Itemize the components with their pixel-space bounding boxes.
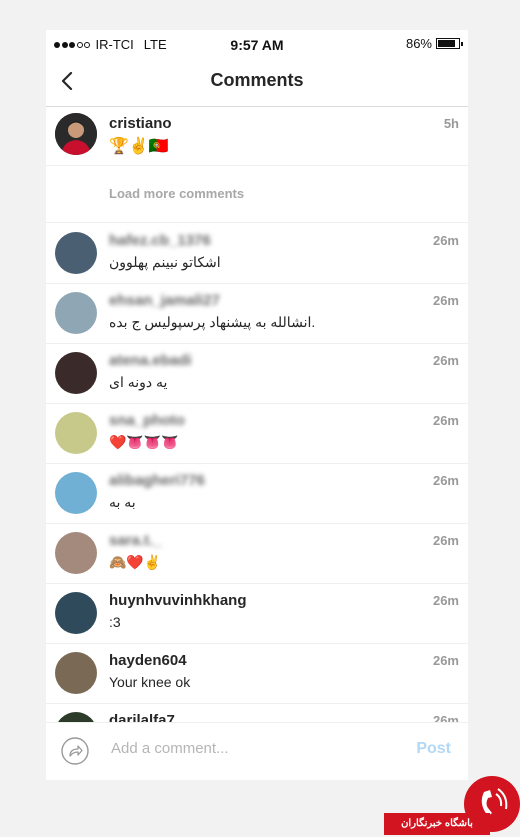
- list-item: hafez.cb_1376 اشکاتو نبینم پهلوون 26m: [46, 223, 468, 284]
- comment-username[interactable]: hayden604: [109, 652, 187, 669]
- comment-timestamp: 26m: [432, 353, 459, 368]
- avatar-image: [55, 113, 97, 155]
- comment-text: به به: [109, 494, 136, 510]
- comment-text: :3: [109, 614, 121, 630]
- comment-text: Your knee ok: [109, 674, 191, 690]
- comment-username[interactable]: sna_photo: [109, 412, 185, 429]
- clock: 9:57 AM: [230, 37, 284, 53]
- watermark-logo: باشگاه خبرنگاران: [384, 776, 520, 835]
- comment-list: hafez.cb_1376 اشکاتو نبینم پهلوون 26m eh…: [46, 223, 468, 723]
- comment-username[interactable]: atena.ebadi: [109, 352, 192, 369]
- avatar[interactable]: [55, 292, 97, 334]
- list-item: darilalfa7 26m: [46, 703, 468, 723]
- load-more-comments-link[interactable]: Load more comments: [109, 186, 244, 201]
- comment-timestamp: 26m: [432, 653, 459, 668]
- list-item: hayden604 Your knee ok 26m: [46, 643, 468, 704]
- battery-percent: 86%: [405, 36, 432, 51]
- comment-timestamp: 26m: [432, 473, 459, 488]
- battery-icon: [436, 38, 463, 49]
- avatar[interactable]: [55, 232, 97, 274]
- comment-text: اشکاتو نبینم پهلوون: [109, 254, 221, 270]
- comment-text: 🙈❤️✌️: [109, 554, 162, 570]
- list-item: sara.t._ 🙈❤️✌️ 26m: [46, 523, 468, 584]
- avatar[interactable]: [55, 592, 97, 634]
- comment-timestamp: 26m: [432, 593, 459, 608]
- avatar[interactable]: [55, 532, 97, 574]
- list-item: ehsan_jamali27 انشالله به پیشنهاد پرسپول…: [46, 283, 468, 344]
- comment-timestamp: 26m: [432, 293, 459, 308]
- load-more-row: Load more comments: [46, 165, 468, 223]
- comment-timestamp: 26m: [432, 533, 459, 548]
- comment-text: انشالله به پیشنهاد پرسپولیس ج بده.: [109, 314, 316, 330]
- list-item: sna_photo ❤️👅👅👅 26m: [46, 403, 468, 464]
- avatar[interactable]: [55, 412, 97, 454]
- comment-timestamp: 5h: [443, 116, 459, 131]
- comment-text: یه دونه ای: [109, 374, 168, 390]
- comment-username[interactable]: cristiano: [109, 115, 172, 132]
- share-arrow-icon[interactable]: [61, 737, 89, 765]
- comment-text: ❤️👅👅👅: [109, 434, 179, 450]
- post-button[interactable]: Post: [416, 740, 451, 758]
- list-item: huynhvuvinhkhang :3 26m: [46, 583, 468, 644]
- comment-input[interactable]: [109, 739, 373, 758]
- navigation-bar: Comments: [46, 58, 468, 107]
- comment-timestamp: 26m: [432, 233, 459, 248]
- list-item: atena.ebadi یه دونه ای 26m: [46, 343, 468, 404]
- comment-timestamp: 26m: [432, 413, 459, 428]
- comment-composer: Post: [46, 722, 468, 780]
- avatar[interactable]: [55, 472, 97, 514]
- avatar[interactable]: [55, 652, 97, 694]
- list-item: alibagheri776 به به 26m: [46, 463, 468, 524]
- page-title: Comments: [210, 70, 304, 90]
- post-caption: cristiano 🏆✌️🇵🇹 5h: [46, 107, 468, 166]
- watermark-text: باشگاه خبرنگاران: [384, 813, 490, 835]
- comment-username[interactable]: ehsan_jamali27: [109, 292, 220, 309]
- avatar[interactable]: [55, 352, 97, 394]
- comment-username[interactable]: sara.t._: [109, 532, 162, 549]
- status-bar: IR-TCI LTE 9:57 AM 86%: [46, 30, 468, 58]
- avatar[interactable]: [55, 113, 97, 155]
- app-screen: IR-TCI LTE 9:57 AM 86% Comments cristian…: [46, 30, 468, 780]
- battery-indicator: 86%: [405, 36, 463, 51]
- comment-username[interactable]: huynhvuvinhkhang: [109, 592, 247, 609]
- comment-username[interactable]: alibagheri776: [109, 472, 205, 489]
- comment-username[interactable]: hafez.cb_1376: [109, 232, 211, 249]
- comment-text: 🏆✌️🇵🇹: [109, 138, 169, 155]
